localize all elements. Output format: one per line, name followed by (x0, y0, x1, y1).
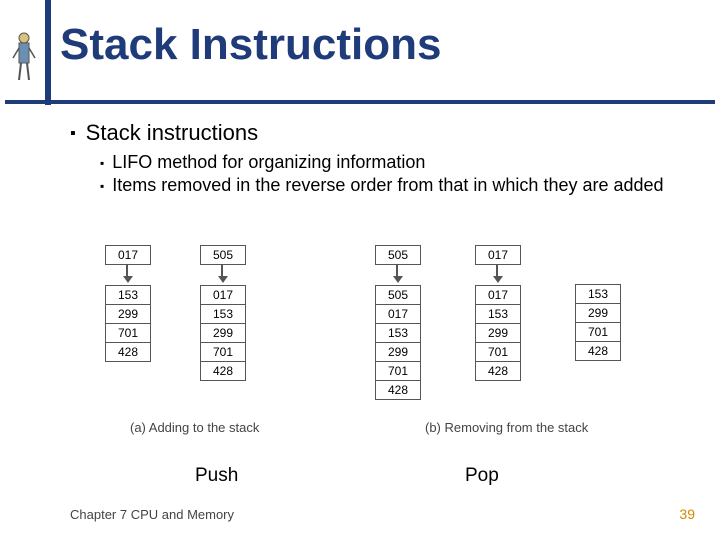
stack-cell: 428 (475, 362, 521, 381)
bullet-list: Stack instructions LIFO method for organ… (70, 120, 690, 198)
stack-cell: 428 (200, 362, 246, 381)
slide: Stack Instructions Stack instructions LI… (0, 0, 720, 540)
stack-cell: 428 (375, 381, 421, 400)
mascot-icon (10, 30, 38, 85)
stack-top: 017 (105, 245, 151, 265)
stack-diagram: 017 153 299 701 428 505 017 153 299 701 … (95, 245, 655, 455)
stack-cell: 701 (575, 323, 621, 342)
stack-cell: 153 (475, 305, 521, 324)
stack-col-1: 017 153 299 701 428 (105, 245, 151, 362)
stack-cell: 299 (375, 343, 421, 362)
bullet-l2a: LIFO method for organizing information (100, 152, 690, 173)
diagram-caption-b: (b) Removing from the stack (425, 420, 588, 435)
stack-top: 505 (375, 245, 421, 265)
title-underline (5, 100, 715, 104)
bullet-l2b: Items removed in the reverse order from … (100, 175, 690, 196)
stack-top: 505 (200, 245, 246, 265)
stack-cell: 153 (575, 284, 621, 304)
stack-cell: 299 (105, 305, 151, 324)
stack-cell: 428 (105, 343, 151, 362)
stack-top: 017 (475, 245, 521, 265)
page-number: 39 (679, 506, 695, 522)
stack-cell: 017 (375, 305, 421, 324)
stack-cell: 701 (375, 362, 421, 381)
stack-col-5: 153 299 701 428 (575, 245, 621, 361)
bullet-l1: Stack instructions (70, 120, 690, 146)
stack-cell: 701 (475, 343, 521, 362)
stack-cell: 701 (105, 324, 151, 343)
stack-cell: 153 (105, 285, 151, 305)
stack-cell: 299 (200, 324, 246, 343)
stack-cell: 153 (200, 305, 246, 324)
stack-cell: 505 (375, 285, 421, 305)
stack-cell: 701 (200, 343, 246, 362)
title-accent-bar (45, 0, 51, 105)
stack-col-3: 505 505 017 153 299 701 428 (375, 245, 421, 400)
stack-col-2: 505 017 153 299 701 428 (200, 245, 246, 381)
stack-cell: 428 (575, 342, 621, 361)
push-label: Push (195, 465, 238, 487)
stack-cell: 017 (200, 285, 246, 305)
pop-label: Pop (465, 465, 499, 487)
diagram-caption-a: (a) Adding to the stack (130, 420, 259, 435)
footer-chapter: Chapter 7 CPU and Memory (70, 507, 234, 522)
stack-cell: 299 (575, 304, 621, 323)
stack-cell: 017 (475, 285, 521, 305)
stack-col-4: 017 017 153 299 701 428 (475, 245, 521, 381)
slide-title: Stack Instructions (60, 20, 441, 70)
stack-cell: 299 (475, 324, 521, 343)
stack-cell: 153 (375, 324, 421, 343)
